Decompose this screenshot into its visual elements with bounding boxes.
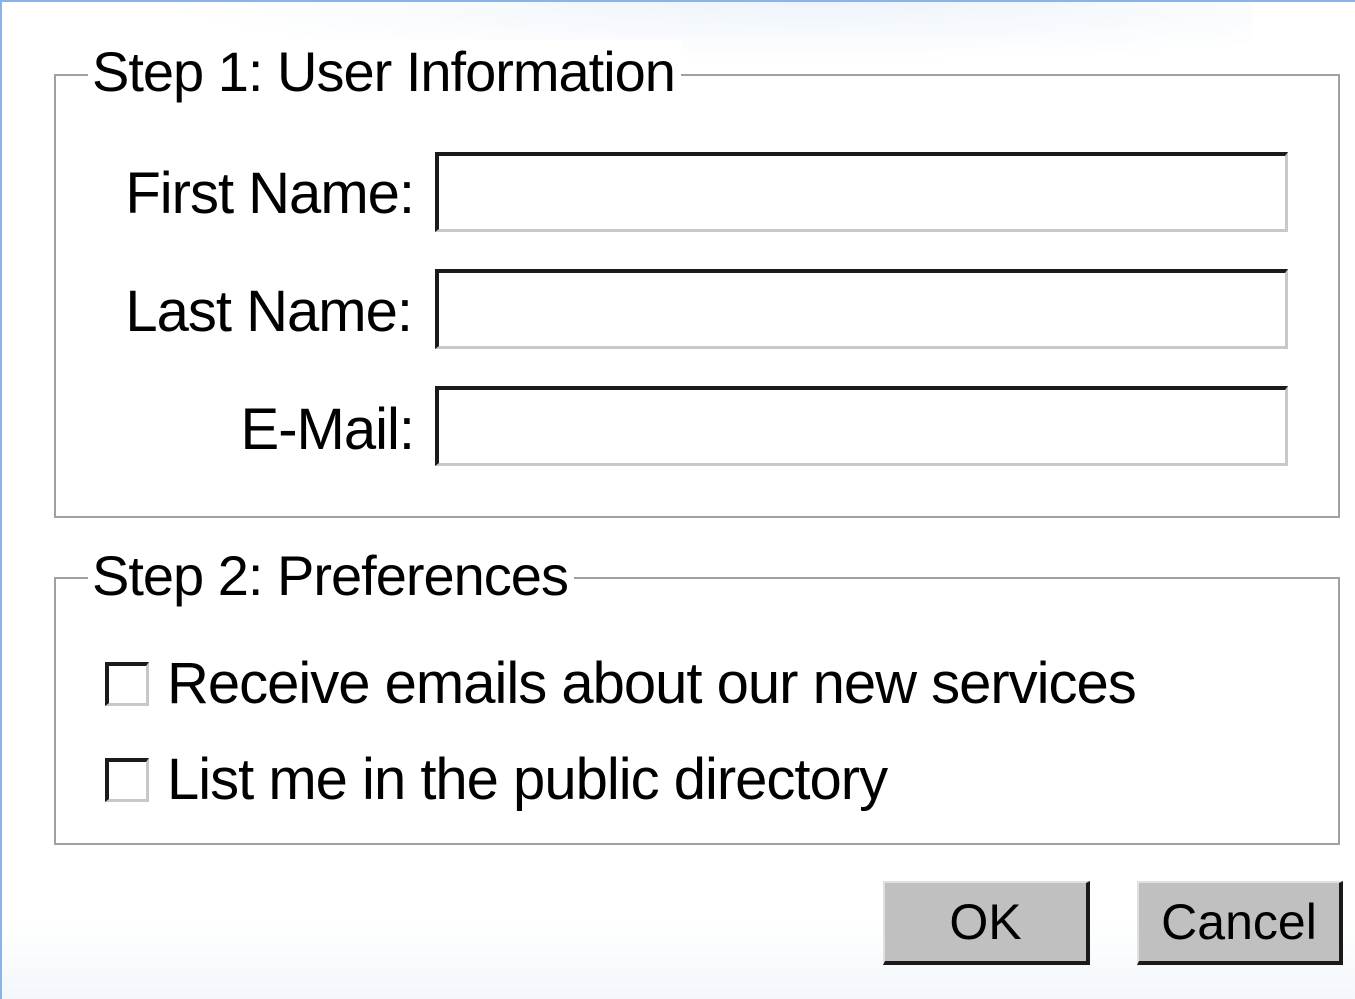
cancel-button[interactable]: Cancel	[1137, 881, 1343, 965]
last-name-label: Last Name:	[125, 279, 413, 344]
last-name-input[interactable]	[435, 269, 1288, 349]
receive-emails-label: Receive emails about our new services	[167, 651, 1137, 716]
step1-legend: Step 1: User Information	[88, 40, 681, 104]
first-name-input[interactable]	[435, 152, 1288, 232]
email-input[interactable]	[435, 386, 1288, 466]
public-directory-label: List me in the public directory	[167, 747, 888, 812]
receive-emails-option[interactable]: Receive emails about our new services	[105, 651, 1137, 716]
receive-emails-checkbox[interactable]	[105, 662, 149, 706]
step2-legend: Step 2: Preferences	[88, 544, 574, 608]
public-directory-checkbox[interactable]	[105, 758, 149, 802]
email-label: E-Mail:	[240, 397, 415, 462]
registration-dialog: Step 1: User Information First Name: Las…	[0, 0, 1355, 999]
first-name-label: First Name:	[125, 161, 415, 226]
public-directory-option[interactable]: List me in the public directory	[105, 747, 888, 812]
ok-button[interactable]: OK	[883, 881, 1090, 965]
